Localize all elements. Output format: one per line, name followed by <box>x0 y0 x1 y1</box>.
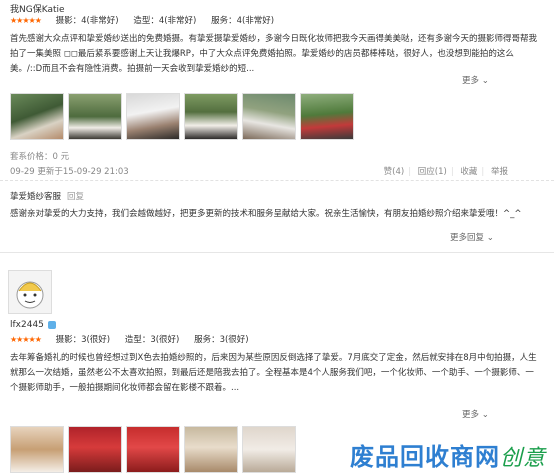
merchant-reply-text: 感谢亲对挚爱的大力支持，我们会越做越好，把更多更新的技术和服务呈献给大家。祝亲生… <box>10 209 522 219</box>
review2-photo-strip <box>10 426 296 473</box>
review2-photo[interactable] <box>68 426 122 473</box>
merchant-reply-header: 挚爱婚纱客服 回复 <box>10 190 84 202</box>
review1-text: 首先感谢大众点评和挚爱婚纱送出的免费婚摄。有挚爱摄挚爱婚纱，多谢今日既化妆师把我… <box>10 34 538 74</box>
reply-button[interactable]: 回复 <box>67 192 84 202</box>
chevron-down-icon: ⌄ <box>481 76 489 86</box>
review1-rating-row: ★★★★★ 摄影：4(非常好) 造型：4(非常好) 服务：4(非常好) <box>10 14 286 26</box>
review1-stars: ★★★★★ <box>10 16 42 25</box>
review1-rating-style: 造型：4(非常好) <box>133 16 197 26</box>
review-divider <box>0 252 554 253</box>
review1-photo[interactable] <box>184 93 238 140</box>
vip-badge-icon <box>47 320 56 329</box>
review2-more-link[interactable]: 更多 ⌄ <box>462 408 489 420</box>
chevron-down-icon: ⌄ <box>486 233 494 243</box>
divider: | <box>450 167 454 177</box>
review2-rating-row: ★★★★★ 摄影：3(很好) 造型：3(很好) 服务：3(很好) <box>10 333 261 345</box>
review1-price: 套系价格：0 元 <box>10 152 70 162</box>
report-button[interactable]: 举报 <box>487 165 512 177</box>
review1-photo[interactable] <box>68 93 122 140</box>
review1-photo[interactable] <box>242 93 296 140</box>
review2-username[interactable]: lfx2445 <box>10 320 44 330</box>
review2-text: 去年筹备婚礼的时候也曾经想过到X色去拍婚纱照的，后来因为某些原因反倒选择了挚爱。… <box>10 353 537 393</box>
reply-author[interactable]: 挚爱婚纱客服 <box>10 192 61 202</box>
avatar[interactable] <box>8 270 52 314</box>
chevron-down-icon: ⌄ <box>481 410 489 420</box>
review1-photo[interactable] <box>126 93 180 140</box>
watermark-logo: 废品回收商网创意 <box>349 443 546 471</box>
review2-username-wrap: lfx2445 <box>10 320 56 330</box>
respond-button[interactable]: 回应(1) <box>414 165 451 177</box>
review2-photo[interactable] <box>184 426 238 473</box>
review1-photo-strip <box>10 93 354 140</box>
section-divider <box>0 180 554 181</box>
review1-rating-photo: 摄影：4(非常好) <box>55 16 119 26</box>
review1-more-link[interactable]: 更多 ⌄ <box>462 74 489 86</box>
more-replies-link[interactable]: 更多回复 ⌄ <box>450 231 494 243</box>
review2-rating-photo: 摄影：3(很好) <box>55 335 111 345</box>
review2-stars: ★★★★★ <box>10 335 42 344</box>
review2-rating-service: 服务：3(很好) <box>194 335 249 345</box>
review2-photo[interactable] <box>242 426 296 473</box>
review1-rating-service: 服务：4(非常好) <box>211 16 275 26</box>
review1-actions: 赞(4) | 回应(1) | 收藏 | 举报 <box>380 165 512 177</box>
favorite-button[interactable]: 收藏 <box>456 165 481 177</box>
divider: | <box>481 167 485 177</box>
review2-rating-style: 造型：3(很好) <box>124 335 180 345</box>
review2-photo[interactable] <box>10 426 64 473</box>
divider: | <box>408 167 412 177</box>
avatar-face-icon <box>16 281 44 309</box>
review1-photo[interactable] <box>300 93 354 140</box>
review1-date: 09-29 更新于15-09-29 21:03 <box>10 167 129 177</box>
like-button[interactable]: 赞(4) <box>380 165 409 177</box>
review2-photo[interactable] <box>126 426 180 473</box>
review1-photo[interactable] <box>10 93 64 140</box>
